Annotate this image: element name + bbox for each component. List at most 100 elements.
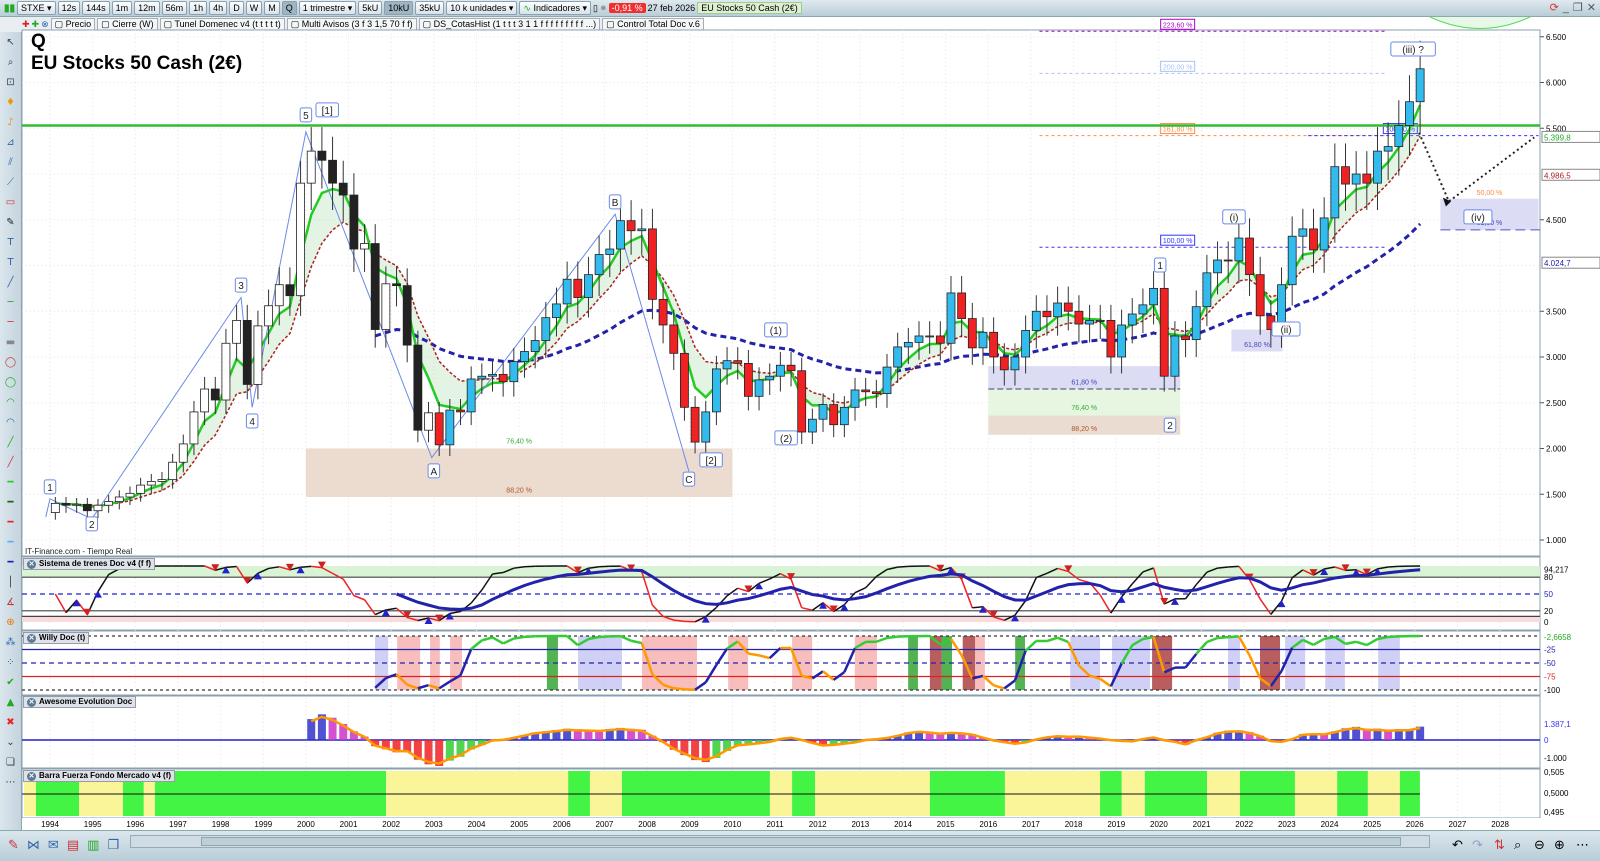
zoom-out-icon[interactable]: ⊖ <box>1534 838 1545 854</box>
chat-icon[interactable]: ✉ <box>48 838 59 854</box>
candle <box>1106 319 1116 358</box>
candle <box>285 284 295 297</box>
candle <box>253 325 263 385</box>
candle <box>765 375 775 381</box>
candle <box>456 409 465 413</box>
panel-header-trenes[interactable]: ✕ Sistema de trenes Doc v4 (f f) <box>23 558 156 570</box>
candle <box>1245 237 1254 276</box>
trenes-line <box>1388 565 1399 568</box>
panel-title: Sistema de trenes Doc v4 (f f) <box>39 559 152 568</box>
candle <box>72 503 82 506</box>
candle <box>658 298 668 326</box>
willy-line <box>748 652 760 657</box>
auto-scale-icon[interactable]: ⇅ <box>1494 838 1505 854</box>
candle <box>807 418 817 433</box>
panel-header-willy[interactable]: ✕ Willy Doc (t) <box>23 632 90 644</box>
candle <box>392 283 401 287</box>
wave-label: 4 <box>249 417 255 428</box>
candle <box>434 412 444 446</box>
trenes-axis-label: 20 <box>1544 607 1553 616</box>
candle <box>1298 228 1308 237</box>
candle <box>754 379 764 397</box>
willy-band <box>854 636 877 690</box>
willy-axis-label: -25 <box>1544 646 1556 655</box>
candle <box>935 335 945 344</box>
candle <box>914 335 924 343</box>
candle <box>1383 146 1393 152</box>
close-panel-icon[interactable]: ✕ <box>27 697 36 707</box>
chart-title: EU Stocks 50 Cash (2€) <box>31 53 243 74</box>
close-panel-icon[interactable]: ✕ <box>27 771 36 781</box>
fib-label: 200,00 % <box>1163 64 1193 71</box>
draw-icon[interactable]: ✎ <box>8 838 19 854</box>
candle <box>50 502 60 513</box>
year-tick-label: 1999 <box>254 820 272 829</box>
candle <box>488 373 497 377</box>
candle <box>861 389 871 393</box>
compare-icon[interactable]: ▥ <box>87 838 99 854</box>
candle <box>882 366 892 395</box>
candle <box>466 378 476 413</box>
candle <box>893 346 903 368</box>
willy-axis-label: -50 <box>1544 659 1556 668</box>
scrollbar-thumb[interactable] <box>201 837 1401 846</box>
candle <box>93 504 103 512</box>
barra-axis-label: 0,5000 <box>1544 789 1569 798</box>
year-tick-label: 2019 <box>1107 820 1125 829</box>
candle <box>1074 310 1084 325</box>
fib-label: 61,80 % <box>1244 342 1270 349</box>
more-icon[interactable]: ⋯ <box>1576 838 1589 854</box>
candle <box>1415 68 1425 103</box>
year-tick-label: 2024 <box>1321 820 1339 829</box>
wave-label: 2 <box>1167 421 1173 432</box>
wave-label: (iii) ? <box>1402 45 1424 56</box>
year-tick-label: 2007 <box>596 820 614 829</box>
candle <box>498 373 508 383</box>
wave-label: C <box>685 475 692 486</box>
awesome-axis-label: 0 <box>1544 736 1549 745</box>
candle <box>317 150 327 161</box>
year-tick-label: 1994 <box>41 820 59 829</box>
barra-axis-label: 0,505 <box>1544 768 1565 777</box>
windows-icon[interactable]: ❐ <box>107 838 119 854</box>
close-panel-icon[interactable]: ✕ <box>27 559 36 569</box>
panel-header-awesome[interactable]: ✕ Awesome Evolution Doc <box>23 696 137 708</box>
candle <box>839 406 849 426</box>
willy-line <box>1217 635 1229 640</box>
fib-label: 161,80 % <box>1163 127 1193 134</box>
zoom-in-icon[interactable]: ⊕ <box>1554 838 1565 854</box>
trenes-line <box>1228 565 1239 568</box>
candle <box>1063 302 1073 312</box>
candle <box>1010 356 1020 371</box>
candle <box>1309 228 1318 251</box>
candle <box>1138 304 1148 315</box>
candle <box>1405 101 1414 126</box>
redo-icon[interactable]: ↷ <box>1472 838 1483 854</box>
candle <box>637 228 647 232</box>
fib-label: 88,20 % <box>1071 426 1097 433</box>
candle <box>541 317 551 341</box>
price-chart[interactable]: 76,40 % 88,20 % 61,80 % 76,40 % 88,20 % 61,80… <box>0 0 1600 861</box>
candle <box>274 284 284 307</box>
year-tick-label: 2011 <box>766 820 784 829</box>
candle <box>328 159 337 184</box>
trenes-axis-label: 0 <box>1544 618 1549 627</box>
horizontal-scrollbar[interactable] <box>130 835 1430 848</box>
wave-label: 1 <box>1157 261 1163 272</box>
year-tick-label: 2026 <box>1406 820 1424 829</box>
report-icon[interactable]: ▤ <box>67 838 79 854</box>
undo-icon[interactable]: ↶ <box>1452 838 1463 854</box>
candle <box>701 411 711 443</box>
candle <box>210 388 220 401</box>
share-icon[interactable]: ⋈ <box>27 838 40 854</box>
candle <box>61 502 71 506</box>
candle <box>200 388 210 413</box>
candle <box>1373 150 1382 184</box>
zoom-fit-icon[interactable]: ⌕ <box>1514 838 1521 854</box>
candle <box>552 303 561 319</box>
close-panel-icon[interactable]: ✕ <box>27 633 36 643</box>
year-tick-label: 1998 <box>212 820 230 829</box>
panel-header-barra[interactable]: ✕ Barra Fuerza Fondo Mercado v4 (f) <box>23 770 176 782</box>
willy-axis-label: -75 <box>1544 673 1556 682</box>
candle <box>264 305 273 327</box>
